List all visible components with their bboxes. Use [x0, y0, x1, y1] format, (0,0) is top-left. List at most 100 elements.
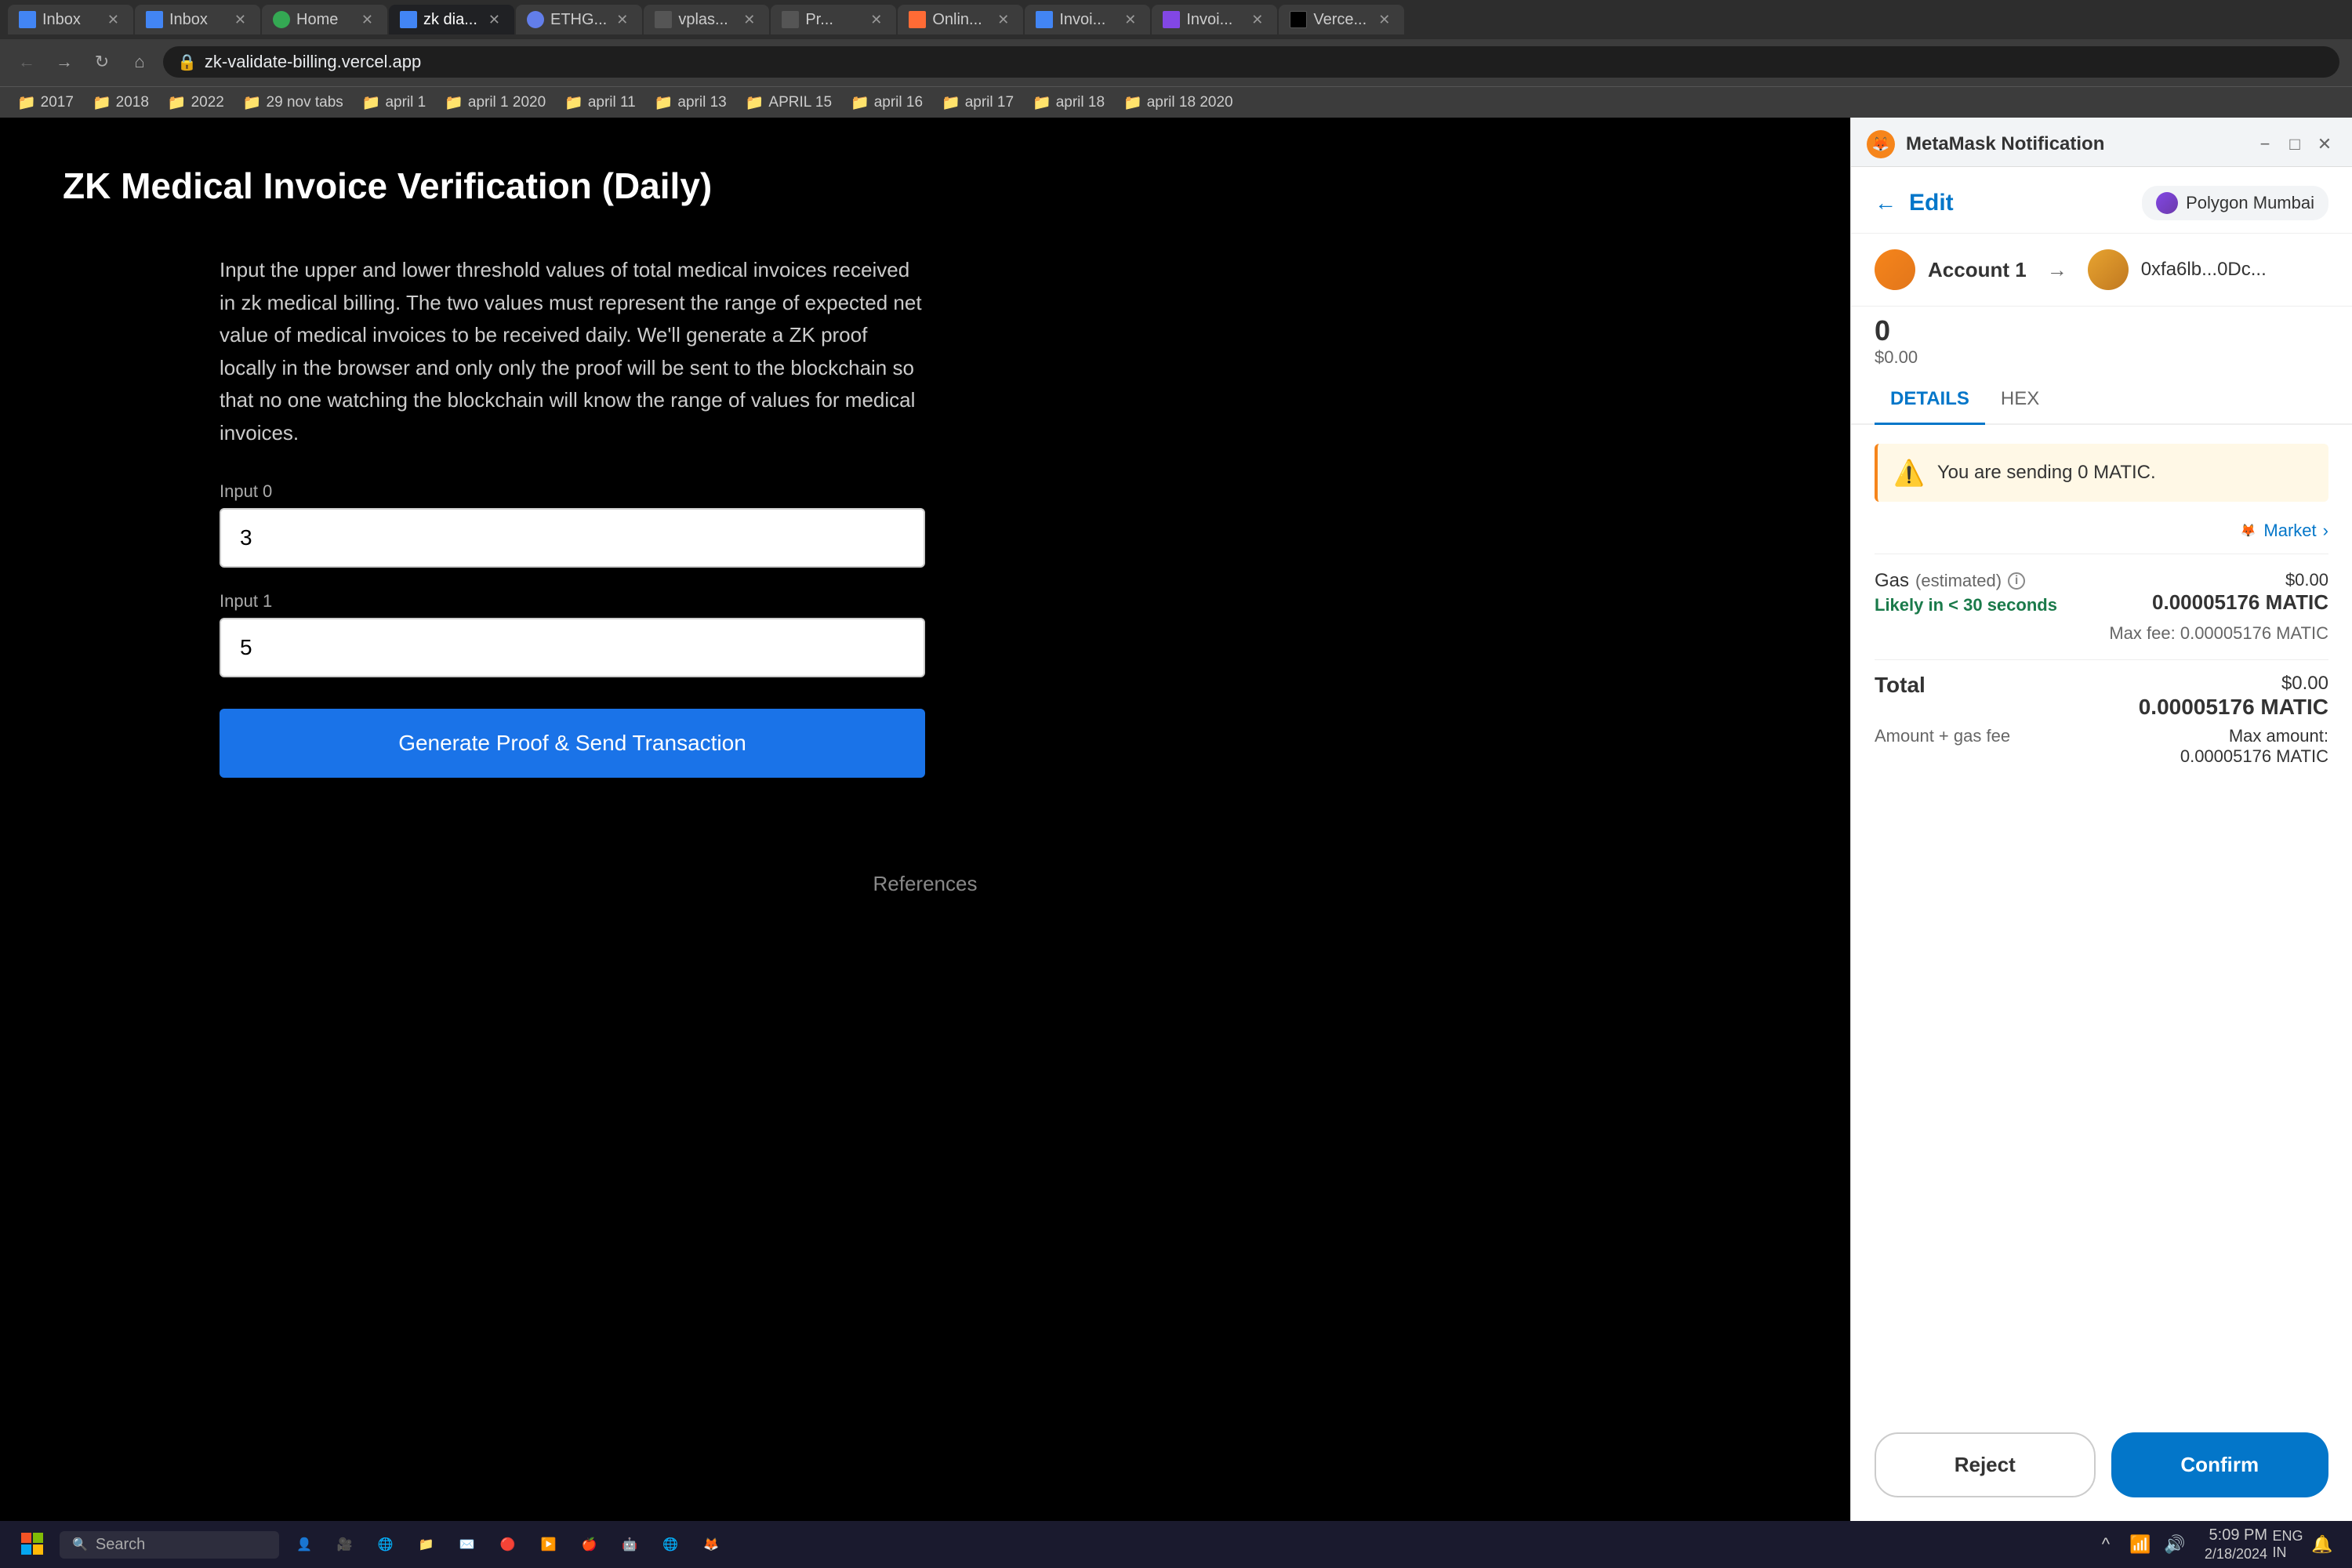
reddit-icon: 🤖: [622, 1537, 637, 1552]
metamask-edit-label[interactable]: Edit: [1909, 190, 1954, 216]
bookmark-april13[interactable]: 📁 april 13: [647, 90, 735, 115]
input1-group: Input 1: [220, 591, 925, 677]
taskbar-app-chrome[interactable]: 🌐: [655, 1527, 686, 1562]
taskbar-app-explorer[interactable]: 📁: [411, 1527, 442, 1562]
main-layout: ZK Medical Invoice Verification (Daily) …: [0, 118, 2352, 1521]
tab-close-invoice2[interactable]: ✕: [1248, 10, 1266, 30]
max-amount: Max amount: 0.00005176 MATIC: [2180, 726, 2328, 767]
tab-pr[interactable]: Pr... ✕: [771, 5, 896, 34]
taskbar-notification-bell[interactable]: 🔔: [2308, 1530, 2336, 1559]
tab-hex[interactable]: HEX: [1985, 376, 2055, 425]
tab-invoice2[interactable]: Invoi... ✕: [1152, 5, 1277, 34]
bookmark-2017[interactable]: 📁 2017: [9, 90, 82, 115]
tab-close-online[interactable]: ✕: [994, 10, 1012, 30]
taskbar-system-icons: ^ 📶 🔊 5:09 PM 2/18/2024 ENG IN 🔔: [2092, 1525, 2336, 1563]
tab-close-gmail-1[interactable]: ✕: [104, 10, 122, 30]
metamask-taskbar-icon: 🦊: [703, 1537, 719, 1552]
taskbar-app-person[interactable]: 👤: [289, 1527, 320, 1562]
taskbar-app-red[interactable]: 🔴: [492, 1527, 524, 1562]
taskbar-app-reddit[interactable]: 🤖: [614, 1527, 645, 1562]
taskbar-search-box[interactable]: 🔍 Search: [60, 1531, 279, 1559]
back-button[interactable]: ←: [13, 48, 41, 76]
language-label: ENG IN: [2273, 1528, 2303, 1561]
tab-home[interactable]: Home ✕: [262, 5, 387, 34]
reject-button[interactable]: Reject: [1875, 1432, 2096, 1497]
bookmark-april17[interactable]: 📁 april 17: [934, 90, 1022, 115]
tab-bar: Inbox ✕ Inbox ✕ Home ✕ zk dia... ✕ ETHG.…: [0, 0, 2352, 39]
tab-invoice1[interactable]: Invoi... ✕: [1025, 5, 1150, 34]
total-row: Total $0.00 0.00005176 MATIC: [1875, 673, 2328, 720]
confirm-button[interactable]: Confirm: [2111, 1432, 2329, 1497]
bookmark-april11[interactable]: 📁 april 11: [557, 90, 644, 115]
tab-label-zkdia: zk dia...: [423, 11, 477, 29]
tab-close-ethg[interactable]: ✕: [613, 10, 631, 30]
references-label: References: [873, 872, 978, 895]
forward-button[interactable]: →: [50, 48, 78, 76]
tab-close-invoice1[interactable]: ✕: [1121, 10, 1139, 30]
taskbar-chevron-icon[interactable]: ^: [2092, 1530, 2120, 1559]
recipient-avatar: [2088, 249, 2129, 290]
taskbar-app-edge[interactable]: 🌐: [370, 1527, 401, 1562]
input1-field[interactable]: [220, 618, 925, 677]
maxfee-label: Max fee:: [2109, 623, 2175, 643]
bookmark-2018[interactable]: 📁 2018: [85, 90, 157, 115]
bookmark-april1-2020[interactable]: 📁 april 1 2020: [437, 90, 554, 115]
metamask-total-section: Total $0.00 0.00005176 MATIC Amount + ga…: [1875, 673, 2328, 767]
taskbar-volume-icon[interactable]: 🔊: [2161, 1530, 2189, 1559]
taskbar-app-video[interactable]: 🎥: [329, 1527, 361, 1562]
description-text: Input the upper and lower threshold valu…: [220, 254, 925, 450]
mail-icon: ✉️: [459, 1537, 475, 1552]
tab-details[interactable]: DETAILS: [1875, 376, 1985, 425]
metamask-minimize-button[interactable]: −: [2253, 132, 2277, 156]
metamask-back-button[interactable]: ←: [1875, 191, 1896, 216]
likely-row: Likely in < 30 seconds: [1875, 595, 2057, 615]
metamask-close-button[interactable]: ✕: [2313, 132, 2336, 156]
metamask-maximize-button[interactable]: □: [2283, 132, 2307, 156]
tab-online[interactable]: Onlin... ✕: [898, 5, 1023, 34]
input1-label: Input 1: [220, 591, 925, 612]
bookmark-april18[interactable]: 📁 april 18: [1025, 90, 1112, 115]
tab-close-vplas[interactable]: ✕: [740, 10, 758, 30]
taskbar-app-youtube[interactable]: ▶️: [533, 1527, 564, 1562]
address-bar[interactable]: 🔒 zk-validate-billing.vercel.app: [163, 46, 2339, 78]
tab-close-home[interactable]: ✕: [358, 10, 376, 30]
bookmark-april16[interactable]: 📁 april 16: [843, 90, 931, 115]
home-button[interactable]: ⌂: [125, 48, 154, 76]
taskbar-clock[interactable]: 5:09 PM 2/18/2024: [2205, 1525, 2267, 1563]
taskbar-language-icon[interactable]: ENG IN: [2274, 1530, 2302, 1559]
clock-date: 2/18/2024: [2205, 1545, 2267, 1563]
bookmark-april1[interactable]: 📁 april 1: [354, 90, 434, 115]
market-link[interactable]: Market ›: [2263, 521, 2328, 541]
taskbar-app-mail[interactable]: ✉️: [452, 1527, 483, 1562]
bookmark-april18-2020[interactable]: 📁 april 18 2020: [1116, 90, 1241, 115]
tab-gmail-1[interactable]: Inbox ✕: [8, 5, 133, 34]
reload-button[interactable]: ↻: [88, 48, 116, 76]
account1-name: Account 1: [1928, 258, 2027, 282]
tab-ethg[interactable]: ETHG... ✕: [516, 5, 642, 34]
tab-zkdia[interactable]: zk dia... ✕: [389, 5, 514, 34]
tab-close-gmail-2[interactable]: ✕: [231, 10, 249, 30]
input0-field[interactable]: [220, 508, 925, 568]
taskbar-app-apple[interactable]: 🍎: [573, 1527, 604, 1562]
tab-close-pr[interactable]: ✕: [867, 10, 885, 30]
arrow-right-icon: →: [2047, 258, 2067, 282]
tab-favicon-ethg: [527, 11, 544, 28]
recipient-address: 0xfa6lb...0Dc...: [2141, 259, 2267, 281]
bookmark-april15[interactable]: 📁 APRIL 15: [738, 90, 840, 115]
gas-text: Gas: [1875, 570, 1909, 592]
bookmark-29nov[interactable]: 📁 29 nov tabs: [235, 90, 351, 115]
tab-favicon-pr: [782, 11, 799, 28]
tab-close-vercel[interactable]: ✕: [1375, 10, 1393, 30]
gas-matic: 0.00005176 MATIC: [2152, 590, 2328, 615]
tab-vplas[interactable]: vplas... ✕: [644, 5, 769, 34]
taskbar-wifi-icon[interactable]: 📶: [2126, 1530, 2154, 1559]
windows-start-button[interactable]: [16, 1527, 50, 1562]
metamask-network-badge[interactable]: Polygon Mumbai: [2142, 186, 2328, 220]
tab-close-zkdia[interactable]: ✕: [485, 10, 503, 30]
generate-proof-button[interactable]: Generate Proof & Send Transaction: [220, 709, 925, 778]
tab-vercel[interactable]: Verce... ✕: [1279, 5, 1404, 34]
gas-info-icon[interactable]: i: [2008, 572, 2025, 590]
tab-gmail-2[interactable]: Inbox ✕: [135, 5, 260, 34]
bookmark-2022[interactable]: 📁 2022: [160, 90, 232, 115]
taskbar-app-metamask[interactable]: 🦊: [695, 1527, 727, 1562]
